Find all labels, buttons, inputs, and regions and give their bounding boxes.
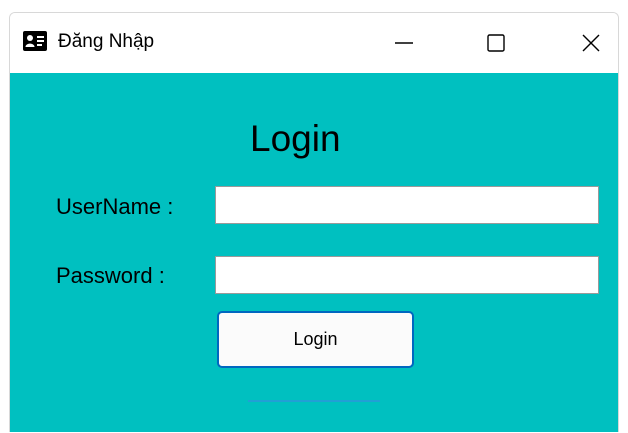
- close-icon: [582, 34, 600, 52]
- close-button[interactable]: [556, 13, 618, 73]
- title-bar[interactable]: Đăng Nhập: [10, 13, 618, 73]
- login-form-panel: Login UserName : Password : Login: [10, 73, 618, 432]
- password-label: Password :: [56, 263, 165, 288]
- password-input[interactable]: [215, 256, 599, 294]
- username-input[interactable]: [215, 186, 599, 224]
- login-window: Đăng Nhập Login UserName : Password : Lo…: [9, 12, 619, 432]
- minimize-button[interactable]: [369, 13, 439, 73]
- window-title: Đăng Nhập: [58, 31, 155, 52]
- minimize-icon: [395, 42, 413, 44]
- maximize-icon: [487, 34, 505, 52]
- form-heading: Login: [250, 118, 341, 159]
- underline-link[interactable]: [248, 400, 380, 402]
- maximize-button[interactable]: [461, 13, 531, 73]
- username-label: UserName :: [56, 194, 174, 219]
- login-button[interactable]: Login: [217, 311, 414, 368]
- id-card-icon: [23, 31, 47, 51]
